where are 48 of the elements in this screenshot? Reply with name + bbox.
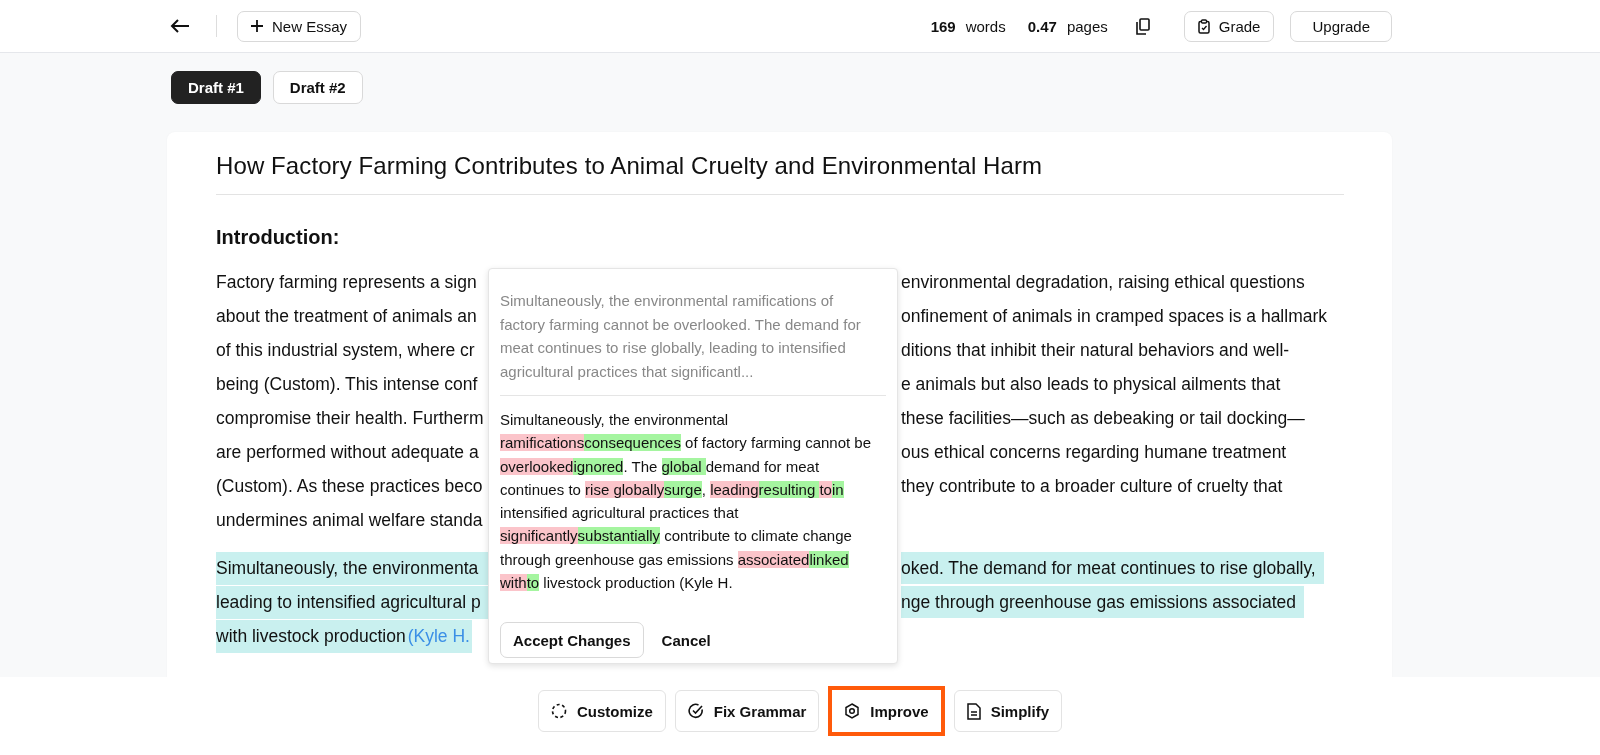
- essay-title: How Factory Farming Contributes to Animal Cruelty and Environmental Harm: [216, 152, 1044, 180]
- paragraph-text: are performed without adequate a: [216, 440, 479, 464]
- clipboard-icon: [1197, 18, 1210, 34]
- plus-icon: [251, 20, 263, 32]
- grade-button[interactable]: Grade: [1183, 10, 1275, 42]
- paragraph-text: undermines animal welfare standa: [216, 508, 483, 532]
- pages-label: pages: [1066, 17, 1108, 35]
- paragraph-text: ditions that inhibit their natural behaviors and well-: [901, 338, 1290, 362]
- words-label: words: [965, 17, 1006, 35]
- paragraph-text: about the treatment of animals an: [216, 304, 477, 328]
- paragraph-text: Simultaneously, the environmenta: [216, 551, 488, 585]
- back-arrow-icon: [170, 18, 190, 34]
- section-heading: Introduction:: [216, 226, 341, 249]
- copy-icon: [1135, 17, 1150, 35]
- new-essay-button[interactable]: New Essay: [237, 10, 362, 42]
- paragraph-text: environmental degradation, raising ethical questions: [901, 270, 1305, 294]
- page-count: 0.47: [1027, 17, 1057, 35]
- word-count: 169: [930, 17, 956, 35]
- cancel-button[interactable]: Cancel: [655, 627, 717, 653]
- accept-changes-button[interactable]: Accept Changes: [500, 622, 644, 659]
- paragraph-text: these facilities—such as debeaking or tail docking—: [901, 406, 1305, 430]
- paragraph-text: leading to intensified agricultural p: [216, 585, 488, 619]
- suggested-text: Simultaneously, the environmental ramificationsconsequences of factory farming cannot be overlookedignored. The global demand for meat continues to rise globallysurge, leadingresulting toin intensified agricultural practices that significantlysubstantially contribute to climate change through greenhouse gas emissions associatedlinked withto livestock production (Kyle H.: [500, 410, 873, 594]
- paragraph-text: oked. The demand for meat continues to rise globally,: [901, 551, 1324, 584]
- paragraph-text: they contribute to a broader culture of cruelty that: [901, 474, 1283, 498]
- copy-button[interactable]: [1133, 15, 1152, 37]
- paragraph-text: of this industrial system, where cr: [216, 338, 475, 362]
- paragraph-text: onfinement of animals in cramped spaces is a hallmark: [901, 304, 1328, 328]
- paragraph-text: compromise their health. Furtherm: [216, 406, 484, 430]
- document-icon: [966, 702, 981, 720]
- paragraph-text: Factory farming represents a sign: [216, 270, 477, 294]
- upgrade-button[interactable]: Upgrade: [1290, 10, 1392, 42]
- paragraph-text: being (Custom). This intense conf: [216, 372, 478, 396]
- draft-tab[interactable]: Draft #1: [171, 71, 261, 104]
- hexagon-icon: [844, 703, 861, 719]
- action-button[interactable]: Simplify: [953, 690, 1063, 732]
- original-text: Simultaneously, the environmental ramifications of factory farming cannot be overlooked. The demand for meat continues to rise globally, leading to intensified agricultural practices that significantl...: [500, 291, 862, 382]
- paragraph-text: ous ethical concerns regarding humane treatment: [901, 440, 1287, 464]
- paragraph-text: nge through greenhouse gas emissions associated: [901, 585, 1304, 618]
- action-button[interactable]: Improve: [828, 686, 945, 736]
- check-circle-icon: [687, 703, 704, 719]
- draft-tab[interactable]: Draft #2: [272, 71, 363, 104]
- action-button[interactable]: Fix Grammar: [674, 690, 820, 732]
- action-button[interactable]: Customize: [537, 690, 666, 732]
- paragraph-text: (Custom). As these practices beco: [216, 474, 483, 498]
- paragraph-text: e animals but also leads to physical ailments that: [901, 372, 1281, 396]
- paragraph-text: with livestock production: [216, 619, 408, 653]
- dashed-circle-icon: [550, 703, 567, 719]
